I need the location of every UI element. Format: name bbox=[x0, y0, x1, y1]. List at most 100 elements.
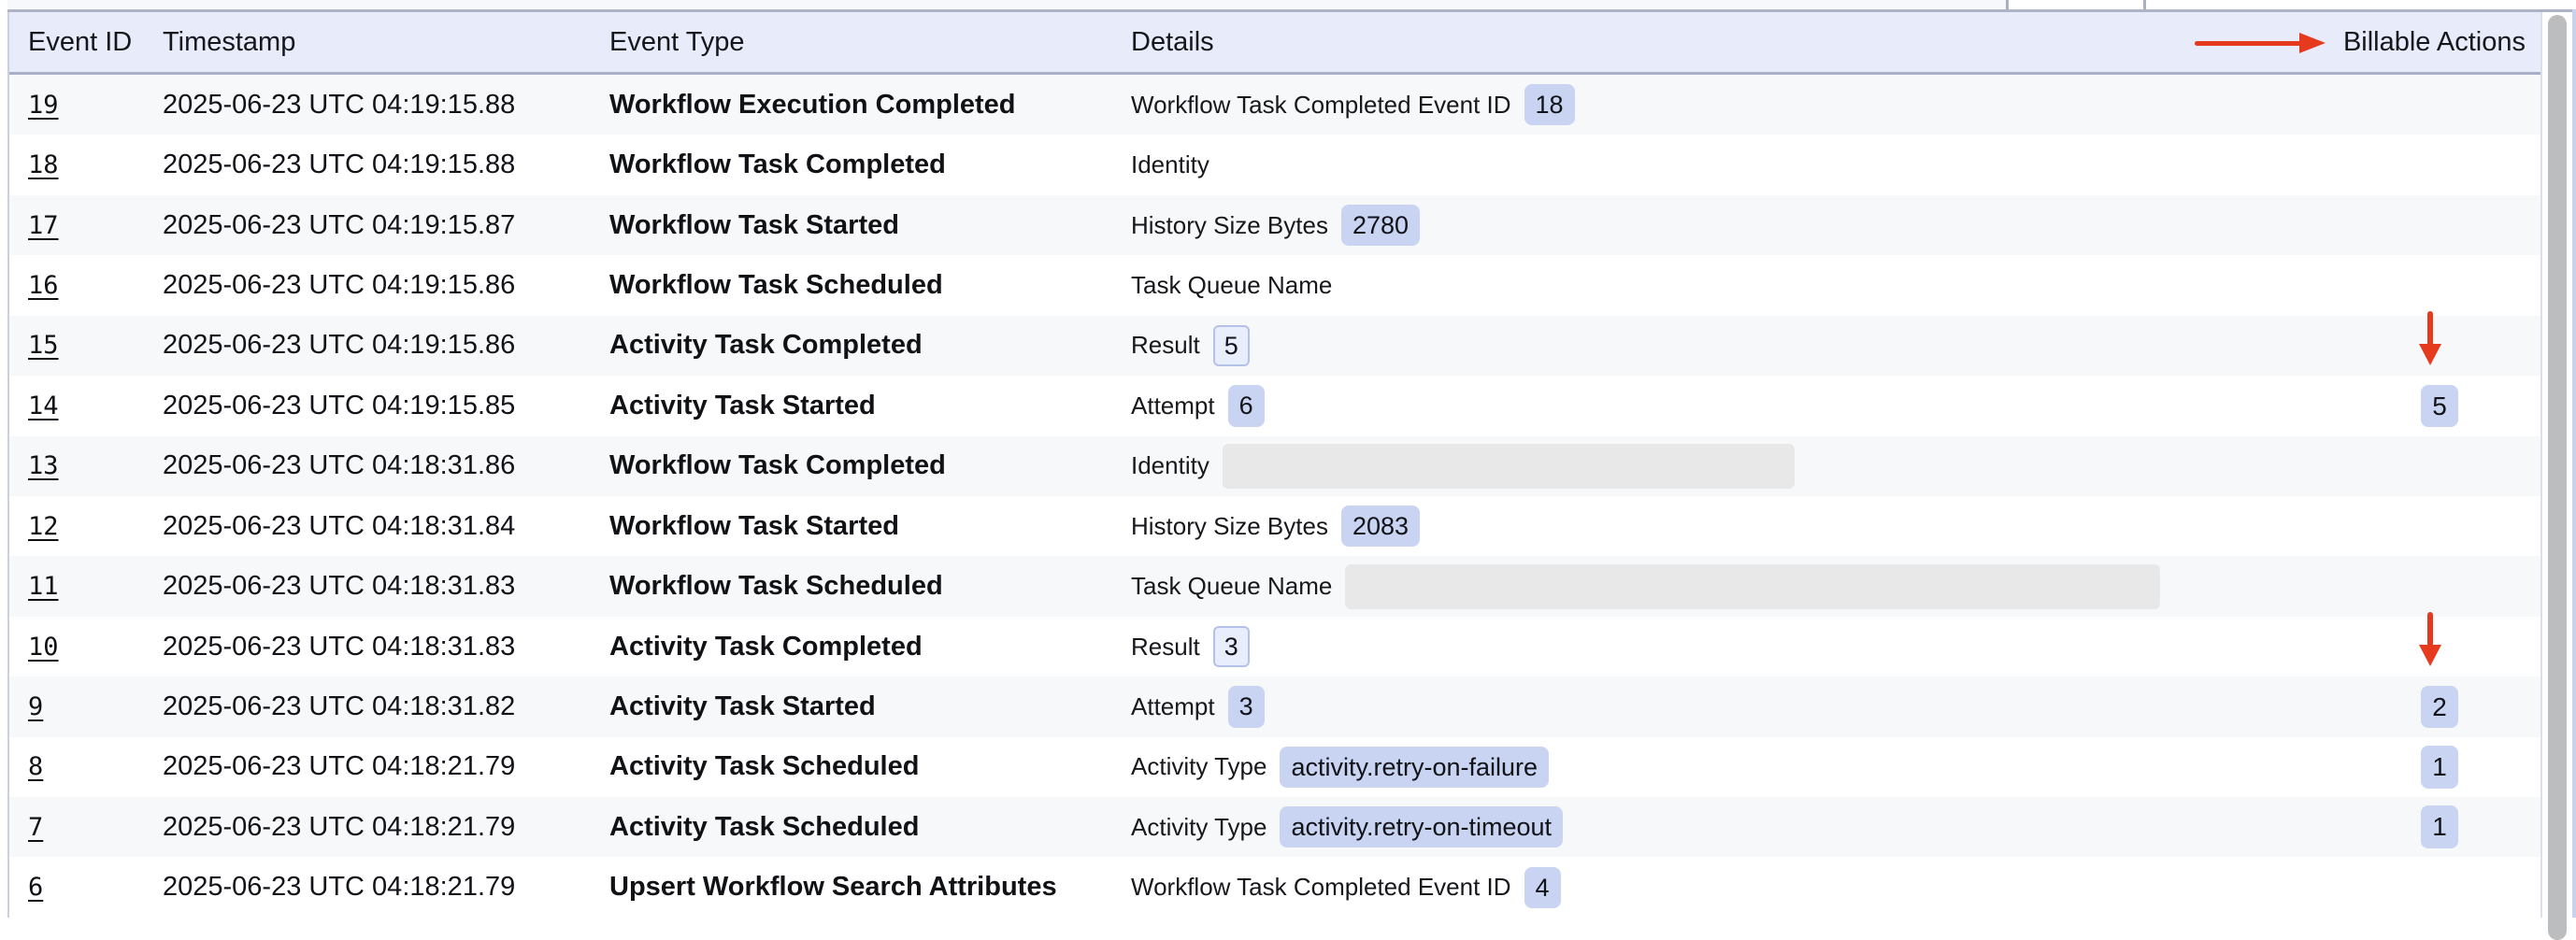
detail-label: Activity Type bbox=[1131, 752, 1267, 781]
billable-actions-badge: 2 bbox=[2421, 686, 2458, 729]
event-type: Activity Task Completed bbox=[609, 316, 923, 376]
table-row[interactable]: 9 2025-06-23 UTC 04:18:31.82 Activity Ta… bbox=[9, 677, 2540, 736]
event-id-link[interactable]: 15 bbox=[28, 316, 59, 376]
event-id-link[interactable]: 14 bbox=[28, 376, 59, 435]
table-row[interactable]: 19 2025-06-23 UTC 04:19:15.88 Workflow E… bbox=[9, 75, 2540, 135]
table-row[interactable]: 15 2025-06-23 UTC 04:19:15.86 Activity T… bbox=[9, 316, 2540, 376]
event-timestamp: 2025-06-23 UTC 04:19:15.86 bbox=[163, 316, 515, 376]
table-row[interactable]: 6 2025-06-23 UTC 04:18:21.79 Upsert Work… bbox=[9, 857, 2540, 917]
detail-label: Identity bbox=[1131, 150, 1209, 179]
billable-actions-cell bbox=[2402, 496, 2477, 556]
column-header-event-id: Event ID bbox=[28, 12, 132, 72]
detail-label: Task Queue Name bbox=[1131, 271, 1332, 300]
event-details: Attempt 3 bbox=[1131, 677, 1265, 736]
detail-label: Identity bbox=[1131, 451, 1209, 480]
event-timestamp: 2025-06-23 UTC 04:19:15.86 bbox=[163, 255, 515, 315]
event-timestamp: 2025-06-23 UTC 04:18:31.83 bbox=[163, 617, 515, 677]
billable-actions-cell: 1 bbox=[2402, 797, 2477, 857]
column-header-details: Details bbox=[1131, 12, 1214, 72]
toolbar-strip-segment bbox=[7, 0, 2006, 9]
event-details: Task Queue Name bbox=[1131, 556, 2160, 616]
table-row[interactable]: 17 2025-06-23 UTC 04:19:15.87 Workflow T… bbox=[9, 195, 2540, 255]
redacted-value bbox=[1223, 444, 1795, 489]
billable-actions-badge: 1 bbox=[2421, 805, 2458, 848]
event-id-link[interactable]: 9 bbox=[28, 677, 43, 736]
detail-value-badge: 2083 bbox=[1341, 506, 1420, 547]
event-details: Identity bbox=[1131, 436, 1795, 496]
event-id-link[interactable]: 12 bbox=[28, 496, 59, 556]
table-row[interactable]: 10 2025-06-23 UTC 04:18:31.83 Activity T… bbox=[9, 617, 2540, 677]
event-type: Workflow Task Scheduled bbox=[609, 255, 943, 315]
detail-label: Activity Type bbox=[1131, 813, 1267, 842]
table-row[interactable]: 11 2025-06-23 UTC 04:18:31.83 Workflow T… bbox=[9, 556, 2540, 616]
event-id-link[interactable]: 6 bbox=[28, 857, 43, 917]
detail-value-badge: 4 bbox=[1524, 867, 1561, 908]
event-details: Workflow Task Completed Event ID 18 bbox=[1131, 75, 1575, 135]
table-row[interactable]: 14 2025-06-23 UTC 04:19:15.85 Activity T… bbox=[9, 376, 2540, 435]
event-timestamp: 2025-06-23 UTC 04:18:21.79 bbox=[163, 797, 515, 857]
event-type: Activity Task Scheduled bbox=[609, 737, 919, 797]
table-body: 19 2025-06-23 UTC 04:19:15.88 Workflow E… bbox=[9, 75, 2540, 918]
detail-label: History Size Bytes bbox=[1131, 211, 1328, 240]
event-details: Workflow Task Completed Event ID 4 bbox=[1131, 857, 1561, 917]
event-details: History Size Bytes 2780 bbox=[1131, 195, 1420, 255]
event-id-link[interactable]: 7 bbox=[28, 797, 43, 857]
event-id-link[interactable]: 8 bbox=[28, 737, 43, 797]
event-id-link[interactable]: 18 bbox=[28, 135, 59, 194]
annotation-arrow-down bbox=[2419, 612, 2441, 666]
table-row[interactable]: 16 2025-06-23 UTC 04:19:15.86 Workflow T… bbox=[9, 255, 2540, 315]
event-timestamp: 2025-06-23 UTC 04:18:31.84 bbox=[163, 496, 515, 556]
table-row[interactable]: 13 2025-06-23 UTC 04:18:31.86 Workflow T… bbox=[9, 436, 2540, 496]
event-type: Upsert Workflow Search Attributes bbox=[609, 857, 1057, 917]
event-id-link[interactable]: 17 bbox=[28, 195, 59, 255]
detail-label: Result bbox=[1131, 331, 1200, 360]
event-id-link[interactable]: 19 bbox=[28, 75, 59, 135]
detail-label: Attempt bbox=[1131, 692, 1215, 721]
event-type: Activity Task Scheduled bbox=[609, 797, 919, 857]
billable-actions-cell: 1 bbox=[2402, 737, 2477, 797]
detail-value-badge: 18 bbox=[1524, 84, 1575, 125]
detail-label: Task Queue Name bbox=[1131, 572, 1332, 601]
event-type: Workflow Task Scheduled bbox=[609, 556, 943, 616]
toolbar-strip-button-edge bbox=[2009, 0, 2143, 9]
event-timestamp: 2025-06-23 UTC 04:19:15.88 bbox=[163, 75, 515, 135]
table-row[interactable]: 12 2025-06-23 UTC 04:18:31.84 Workflow T… bbox=[9, 496, 2540, 556]
event-timestamp: 2025-06-23 UTC 04:19:15.88 bbox=[163, 135, 515, 194]
table-row[interactable]: 8 2025-06-23 UTC 04:18:21.79 Activity Ta… bbox=[9, 737, 2540, 797]
window-right-edge bbox=[2572, 9, 2576, 918]
event-type: Workflow Task Completed bbox=[609, 436, 946, 496]
event-details: Attempt 6 bbox=[1131, 376, 1265, 435]
billable-actions-cell: 5 bbox=[2402, 376, 2477, 435]
event-id-link[interactable]: 11 bbox=[28, 556, 59, 616]
event-type: Workflow Task Started bbox=[609, 496, 899, 556]
arrow-shaft bbox=[2427, 311, 2433, 346]
event-id-link[interactable]: 10 bbox=[28, 617, 59, 677]
billable-actions-cell bbox=[2402, 135, 2477, 194]
arrow-right-icon bbox=[2299, 33, 2326, 53]
event-timestamp: 2025-06-23 UTC 04:18:31.83 bbox=[163, 556, 515, 616]
event-id-link[interactable]: 16 bbox=[28, 255, 59, 315]
event-details: Task Queue Name bbox=[1131, 255, 1332, 315]
detail-value-badge: 5 bbox=[1213, 325, 1250, 366]
detail-label: Workflow Task Completed Event ID bbox=[1131, 91, 1511, 120]
billable-actions-badge: 5 bbox=[2421, 385, 2458, 428]
event-type: Workflow Task Started bbox=[609, 195, 899, 255]
event-type: Activity Task Started bbox=[609, 677, 876, 736]
event-timestamp: 2025-06-23 UTC 04:18:21.79 bbox=[163, 737, 515, 797]
event-id-link[interactable]: 13 bbox=[28, 436, 59, 496]
detail-value-badge: 6 bbox=[1228, 385, 1265, 426]
detail-label: Result bbox=[1131, 633, 1200, 662]
column-header-event-type: Event Type bbox=[609, 12, 745, 72]
table-row[interactable]: 7 2025-06-23 UTC 04:18:21.79 Activity Ta… bbox=[9, 797, 2540, 857]
column-header-timestamp: Timestamp bbox=[163, 12, 295, 72]
event-timestamp: 2025-06-23 UTC 04:19:15.85 bbox=[163, 376, 515, 435]
table-row[interactable]: 18 2025-06-23 UTC 04:19:15.88 Workflow T… bbox=[9, 135, 2540, 194]
annotation-arrow-down bbox=[2419, 311, 2441, 365]
table-right-border bbox=[2540, 12, 2542, 918]
detail-label: Workflow Task Completed Event ID bbox=[1131, 873, 1511, 902]
arrow-shaft bbox=[2427, 612, 2433, 647]
event-details: History Size Bytes 2083 bbox=[1131, 496, 1420, 556]
vertical-scrollbar-thumb[interactable] bbox=[2548, 15, 2567, 940]
event-type: Activity Task Completed bbox=[609, 617, 923, 677]
event-details: Activity Type activity.retry-on-timeout bbox=[1131, 797, 1563, 857]
